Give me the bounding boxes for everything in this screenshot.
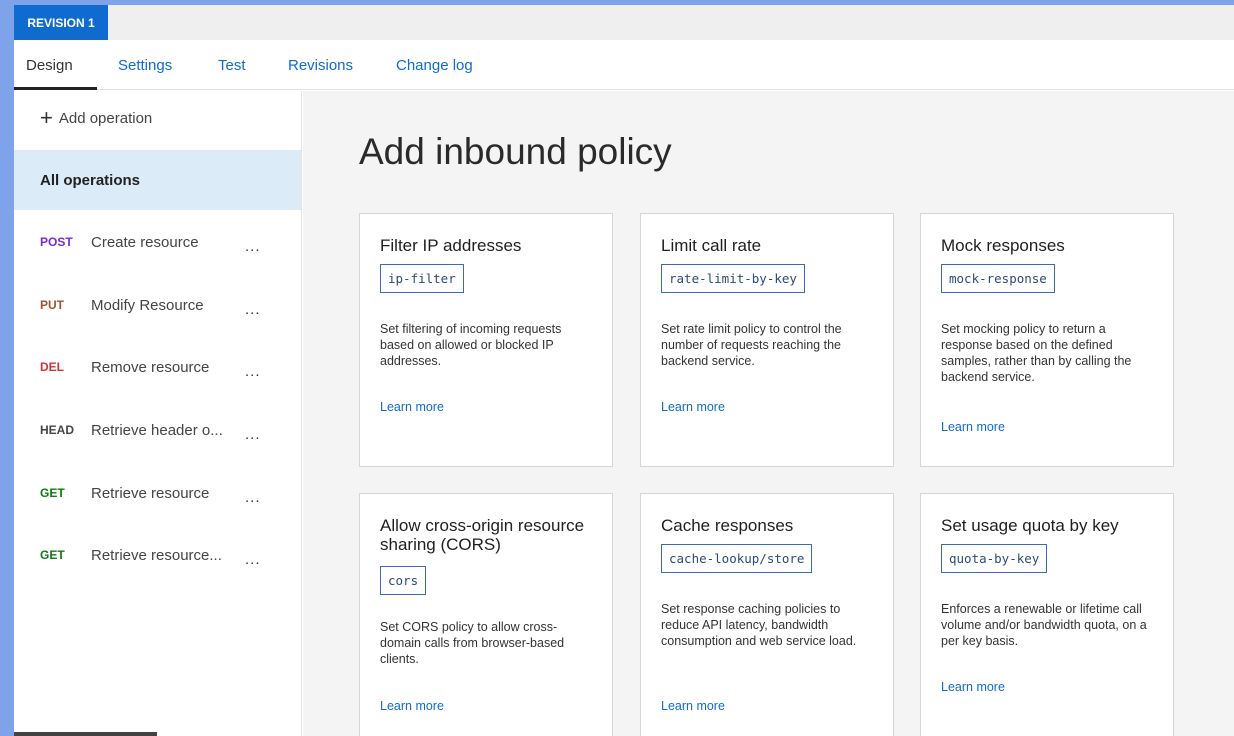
learn-more-link[interactable]: Learn more <box>941 420 1005 434</box>
learn-more-link[interactable]: Learn more <box>380 699 444 713</box>
policy-code: rate-limit-by-key <box>661 264 805 293</box>
http-verb: POST <box>40 235 73 249</box>
policy-code: ip-filter <box>380 264 464 293</box>
active-tab-indicator <box>14 87 97 90</box>
all-operations-item[interactable]: All operations <box>14 150 301 210</box>
revision-badge[interactable]: REVISION 1 <box>14 5 108 40</box>
policy-code: cors <box>380 566 427 595</box>
operation-item[interactable]: DEL Remove resource ... <box>14 336 301 398</box>
http-verb: GET <box>40 486 65 500</box>
add-operation-label: Add operation <box>58 109 153 127</box>
learn-more-link[interactable]: Learn more <box>661 400 725 414</box>
card-title: Allow cross-origin resource sharing (COR… <box>380 516 585 554</box>
page-title: Add inbound policy <box>359 131 672 172</box>
operation-name: Retrieve resource... <box>91 546 222 564</box>
operation-item[interactable]: PUT Modify Resource ... <box>14 274 301 336</box>
more-options-icon[interactable]: ... <box>245 364 261 379</box>
tab-test[interactable]: Test <box>218 57 246 74</box>
tab-design[interactable]: Design <box>26 57 73 74</box>
policy-card-ip-filter[interactable]: Filter IP addresses ip-filter Set filter… <box>359 213 613 467</box>
more-options-icon[interactable]: ... <box>245 427 261 442</box>
http-verb: PUT <box>40 298 64 312</box>
http-verb: DEL <box>40 360 64 374</box>
policy-card-quota[interactable]: Set usage quota by key quota-by-key Enfo… <box>920 493 1174 736</box>
card-description: Enforces a renewable or lifetime call vo… <box>941 602 1147 648</box>
card-title: Filter IP addresses <box>380 236 522 255</box>
add-operation-button[interactable]: + Add operation <box>40 105 153 130</box>
policy-code: cache-lookup/store <box>661 544 813 573</box>
policy-code: quota-by-key <box>941 544 1048 573</box>
card-description: Set mocking policy to return a response … <box>941 322 1132 384</box>
sidebar-scrollbar[interactable] <box>14 732 157 736</box>
tab-bar: Design Settings Test Revisions Change lo… <box>14 40 1234 90</box>
more-options-icon[interactable]: ... <box>245 552 261 567</box>
card-title: Cache responses <box>661 516 794 535</box>
tab-revisions[interactable]: Revisions <box>288 57 353 74</box>
learn-more-link[interactable]: Learn more <box>380 400 444 414</box>
card-title: Limit call rate <box>661 236 762 255</box>
tab-change-log[interactable]: Change log <box>396 57 473 74</box>
learn-more-link[interactable]: Learn more <box>941 680 1005 694</box>
card-description: Set rate limit policy to control the num… <box>661 322 842 368</box>
policy-card-mock-response[interactable]: Mock responses mock-response Set mocking… <box>920 213 1174 467</box>
policy-card-cors[interactable]: Allow cross-origin resource sharing (COR… <box>359 493 613 736</box>
http-verb: GET <box>40 548 65 562</box>
operation-item[interactable]: GET Retrieve resource ... <box>14 462 301 524</box>
policy-card-cache[interactable]: Cache responses cache-lookup/store Set r… <box>640 493 894 736</box>
revision-bar: REVISION 1 <box>14 5 1234 40</box>
operation-name: Retrieve header o... <box>91 421 223 439</box>
card-title: Set usage quota by key <box>941 516 1119 535</box>
operation-name: Remove resource <box>91 358 210 376</box>
tab-settings[interactable]: Settings <box>118 57 172 74</box>
plus-icon: + <box>40 105 53 130</box>
learn-more-link[interactable]: Learn more <box>661 699 725 713</box>
card-title: Mock responses <box>941 236 1065 255</box>
policy-card-rate-limit[interactable]: Limit call rate rate-limit-by-key Set ra… <box>640 213 894 467</box>
operation-item[interactable]: GET Retrieve resource... ... <box>14 524 301 586</box>
operation-name: Create resource <box>91 233 199 251</box>
app-frame: REVISION 1 Design Settings Test Revision… <box>14 5 1234 736</box>
more-options-icon[interactable]: ... <box>245 239 261 254</box>
policy-panel: Add inbound policy Filter IP addresses i… <box>303 91 1234 736</box>
http-verb: HEAD <box>40 423 75 437</box>
policy-code: mock-response <box>941 264 1055 293</box>
operation-item[interactable]: POST Create resource ... <box>14 211 301 273</box>
more-options-icon[interactable]: ... <box>245 302 261 317</box>
operation-item[interactable]: HEAD Retrieve header o... ... <box>14 399 301 461</box>
card-description: Set CORS policy to allow cross-domain ca… <box>380 620 565 666</box>
operations-sidebar: + Add operation All operations POST Crea… <box>14 91 302 736</box>
operation-name: Modify Resource <box>91 296 204 314</box>
card-description: Set filtering of incoming requests based… <box>380 322 562 368</box>
more-options-icon[interactable]: ... <box>245 490 261 505</box>
operation-name: Retrieve resource <box>91 484 210 502</box>
card-description: Set response caching policies to reduce … <box>661 602 857 648</box>
